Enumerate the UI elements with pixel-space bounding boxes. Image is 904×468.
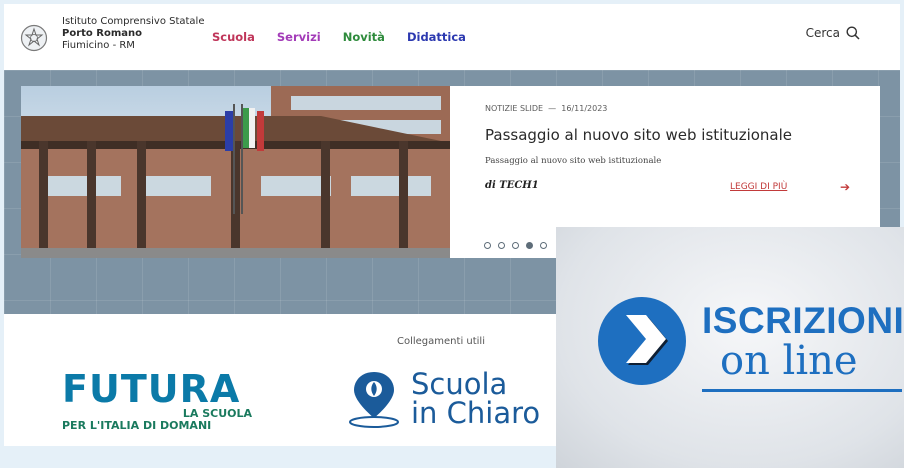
nav-item-servizi[interactable]: Servizi <box>277 30 321 44</box>
scuola-in-chiaro-link[interactable]: Scuola in Chiaro <box>347 368 540 430</box>
iscrizioni-subtitle: on line <box>720 338 858 384</box>
search-icon <box>846 26 860 40</box>
slide-date: 16/11/2023 <box>561 104 608 113</box>
carousel-pagination <box>484 242 547 249</box>
carousel-dot-3[interactable] <box>512 242 519 249</box>
carousel-dot-5[interactable] <box>540 242 547 249</box>
arrow-right-icon[interactable]: ➔ <box>840 180 850 194</box>
emblem-icon[interactable] <box>20 22 48 54</box>
nav-item-novita[interactable]: Novità <box>343 30 385 44</box>
section-title: Collegamenti utili <box>397 336 485 347</box>
school-building-image <box>21 86 450 258</box>
read-more-link[interactable]: LEGGI DI PIÙ <box>730 182 787 192</box>
school-name[interactable]: Istituto Comprensivo Statale Porto Roman… <box>62 16 205 52</box>
main-nav: Scuola Servizi Novità Didattica <box>212 30 466 44</box>
iscrizioni-online-banner[interactable]: ISCRIZIONI on line <box>556 227 904 468</box>
search-label: Cerca <box>805 26 840 40</box>
futura-banner-link[interactable]: FUTURA LA SCUOLA PER L'ITALIA DI DOMANI <box>62 370 262 440</box>
slide-title[interactable]: Passaggio al nuovo sito web istituzional… <box>485 126 792 144</box>
slide-author: di TECH1 <box>485 180 539 191</box>
carousel-dot-1[interactable] <box>484 242 491 249</box>
school-title: Porto Romano <box>62 28 142 39</box>
scuola-in-chiaro-line2: in Chiaro <box>411 396 541 430</box>
futura-tagline-2: PER L'ITALIA DI DOMANI <box>62 419 212 432</box>
search-button[interactable]: Cerca <box>806 26 860 40</box>
nav-item-didattica[interactable]: Didattica <box>407 30 466 44</box>
slide-photo[interactable] <box>21 86 450 258</box>
carousel-dot-4[interactable] <box>526 242 533 249</box>
slide-category[interactable]: NOTIZIE SLIDE <box>485 104 543 113</box>
slide-separator: — <box>548 104 557 113</box>
iscrizioni-underline <box>702 389 902 392</box>
futura-logo-text: FUTURA <box>62 367 241 411</box>
location-pin-icon <box>349 372 399 428</box>
nav-item-scuola[interactable]: Scuola <box>212 30 255 44</box>
slide-subtitle: Passaggio al nuovo sito web istituzional… <box>485 156 662 166</box>
scuola-in-chiaro-text: Scuola in Chiaro <box>411 370 540 428</box>
scuola-in-chiaro-line1: Scuola <box>411 367 508 401</box>
carousel-dot-2[interactable] <box>498 242 505 249</box>
site-header: Istituto Comprensivo Statale Porto Roman… <box>4 4 900 70</box>
chevron-right-icon <box>598 297 686 385</box>
iscrizioni-title: ISCRIZIONI <box>702 300 904 341</box>
school-type: Istituto Comprensivo Statale <box>62 16 205 27</box>
school-location: Fiumicino - RM <box>62 40 135 51</box>
slide-meta: NOTIZIE SLIDE — 16/11/2023 <box>485 104 607 113</box>
